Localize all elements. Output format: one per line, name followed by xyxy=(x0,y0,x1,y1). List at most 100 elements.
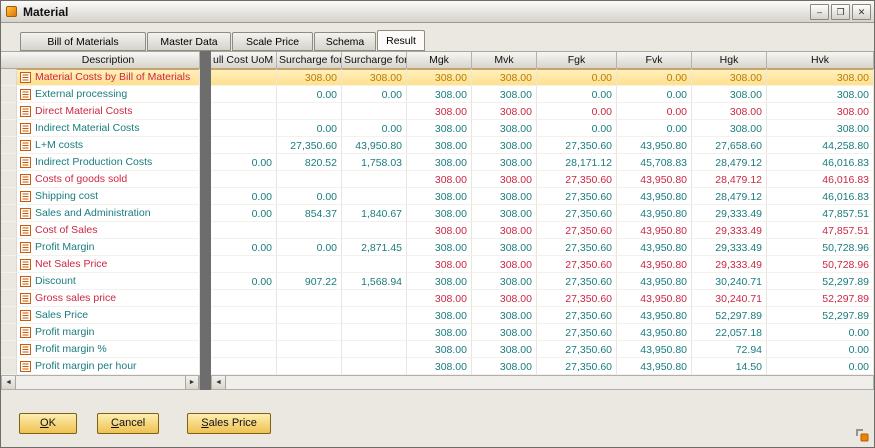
cell-surcharge-for[interactable] xyxy=(277,256,342,273)
pane-splitter[interactable] xyxy=(200,51,211,69)
pane-splitter[interactable] xyxy=(200,290,211,307)
cell-surcharge-for[interactable]: 308.00 xyxy=(277,69,342,86)
scroll-left-icon[interactable]: ◄ xyxy=(2,376,16,389)
item-detail-icon[interactable] xyxy=(20,293,31,304)
cell-hgk[interactable]: 52,297.89 xyxy=(692,307,767,324)
cell-hgk[interactable]: 27,658.60 xyxy=(692,137,767,154)
cell-mgk[interactable]: 308.00 xyxy=(407,273,472,290)
item-detail-icon[interactable] xyxy=(20,191,31,202)
cell-hvk[interactable]: 50,728.96 xyxy=(767,256,874,273)
cell-surcharge-for[interactable] xyxy=(342,256,407,273)
cell-fvk[interactable]: 43,950.80 xyxy=(617,222,692,239)
cell-hvk[interactable]: 0.00 xyxy=(767,324,874,341)
cell-surcharge-for[interactable]: 854.37 xyxy=(277,205,342,222)
cell-mgk[interactable]: 308.00 xyxy=(407,120,472,137)
row-description-cell[interactable]: Cost of Sales xyxy=(17,222,200,239)
cell-hgk[interactable]: 308.00 xyxy=(692,69,767,86)
cell-mgk[interactable]: 308.00 xyxy=(407,307,472,324)
item-detail-icon[interactable] xyxy=(20,344,31,355)
header-mvk[interactable]: Mvk xyxy=(472,51,537,69)
item-detail-icon[interactable] xyxy=(20,208,31,219)
cell-surcharge-for[interactable]: 0.00 xyxy=(277,86,342,103)
title-bar[interactable]: Material – ❐ ✕ xyxy=(1,1,874,23)
cell-hgk[interactable]: 29,333.49 xyxy=(692,222,767,239)
pane-splitter[interactable] xyxy=(200,86,211,103)
header-fvk[interactable]: Fvk xyxy=(617,51,692,69)
pane-splitter[interactable] xyxy=(200,239,211,256)
table-row[interactable]: Net Sales Price308.00308.0027,350.6043,9… xyxy=(1,256,874,273)
row-description-cell[interactable]: Profit margin % xyxy=(17,341,200,358)
cell-fgk[interactable]: 0.00 xyxy=(537,86,617,103)
item-detail-icon[interactable] xyxy=(20,174,31,185)
cell-surcharge-for[interactable] xyxy=(342,103,407,120)
item-detail-icon[interactable] xyxy=(20,310,31,321)
sales-price-button[interactable]: Sales Price xyxy=(187,413,271,434)
pane-splitter[interactable] xyxy=(200,256,211,273)
cell-hvk[interactable]: 44,258.80 xyxy=(767,137,874,154)
row-description-cell[interactable]: Shipping cost xyxy=(17,188,200,205)
item-detail-icon[interactable] xyxy=(20,140,31,151)
cell-fvk[interactable]: 43,950.80 xyxy=(617,341,692,358)
cell-mgk[interactable]: 308.00 xyxy=(407,239,472,256)
cell-surcharge-for[interactable]: 27,350.60 xyxy=(277,137,342,154)
cell-ull-cost-uom[interactable] xyxy=(211,171,277,188)
header-hgk[interactable]: Hgk xyxy=(692,51,767,69)
cell-surcharge-for[interactable] xyxy=(342,307,407,324)
cell-mgk[interactable]: 308.00 xyxy=(407,290,472,307)
header-surcharge-for[interactable]: Surcharge for xyxy=(342,51,407,69)
cell-fgk[interactable]: 27,350.60 xyxy=(537,239,617,256)
pane-splitter[interactable] xyxy=(200,205,211,222)
row-description-cell[interactable]: Indirect Production Costs xyxy=(17,154,200,171)
cell-hgk[interactable]: 29,333.49 xyxy=(692,205,767,222)
cell-fgk[interactable]: 0.00 xyxy=(537,120,617,137)
cell-mvk[interactable]: 308.00 xyxy=(472,239,537,256)
cell-mvk[interactable]: 308.00 xyxy=(472,103,537,120)
cell-hgk[interactable]: 28,479.12 xyxy=(692,171,767,188)
cell-surcharge-for[interactable] xyxy=(277,171,342,188)
pane-splitter[interactable] xyxy=(200,188,211,205)
right-pane-hscrollbar[interactable]: ◄ xyxy=(211,375,874,390)
cell-surcharge-for[interactable] xyxy=(342,222,407,239)
header-ull-cost-uom[interactable]: ull Cost UoM xyxy=(211,51,277,69)
cell-ull-cost-uom[interactable]: 0.00 xyxy=(211,154,277,171)
cell-mvk[interactable]: 308.00 xyxy=(472,171,537,188)
cell-surcharge-for[interactable]: 0.00 xyxy=(277,188,342,205)
cell-ull-cost-uom[interactable] xyxy=(211,137,277,154)
cell-fvk[interactable]: 43,950.80 xyxy=(617,171,692,188)
cell-hvk[interactable]: 52,297.89 xyxy=(767,307,874,324)
header-fgk[interactable]: Fgk xyxy=(537,51,617,69)
cell-hvk[interactable]: 52,297.89 xyxy=(767,273,874,290)
cell-fvk[interactable]: 43,950.80 xyxy=(617,307,692,324)
cell-mgk[interactable]: 308.00 xyxy=(407,171,472,188)
row-description-cell[interactable]: Profit margin per hour xyxy=(17,358,200,375)
cell-hgk[interactable]: 308.00 xyxy=(692,103,767,120)
pane-splitter[interactable] xyxy=(200,341,211,358)
cell-mgk[interactable]: 308.00 xyxy=(407,69,472,86)
cell-mgk[interactable]: 308.00 xyxy=(407,358,472,375)
cell-fvk[interactable]: 0.00 xyxy=(617,86,692,103)
cell-ull-cost-uom[interactable] xyxy=(211,69,277,86)
table-row[interactable]: Costs of goods sold308.00308.0027,350.60… xyxy=(1,171,874,188)
cell-fgk[interactable]: 27,350.60 xyxy=(537,222,617,239)
cell-surcharge-for[interactable] xyxy=(277,341,342,358)
cell-fgk[interactable]: 27,350.60 xyxy=(537,290,617,307)
cell-mgk[interactable]: 308.00 xyxy=(407,137,472,154)
cell-mvk[interactable]: 308.00 xyxy=(472,358,537,375)
left-pane-hscrollbar[interactable]: ◄ ► xyxy=(1,375,200,390)
row-description-cell[interactable]: Indirect Material Costs xyxy=(17,120,200,137)
cell-ull-cost-uom[interactable]: 0.00 xyxy=(211,205,277,222)
cell-hvk[interactable]: 47,857.51 xyxy=(767,222,874,239)
cell-ull-cost-uom[interactable] xyxy=(211,358,277,375)
pane-splitter[interactable] xyxy=(200,137,211,154)
header-hvk[interactable]: Hvk xyxy=(767,51,874,69)
cell-mgk[interactable]: 308.00 xyxy=(407,324,472,341)
cell-fgk[interactable]: 27,350.60 xyxy=(537,256,617,273)
item-detail-icon[interactable] xyxy=(20,225,31,236)
cell-mgk[interactable]: 308.00 xyxy=(407,256,472,273)
scroll-left-icon[interactable]: ◄ xyxy=(212,376,226,389)
row-description-cell[interactable]: Net Sales Price xyxy=(17,256,200,273)
item-detail-icon[interactable] xyxy=(20,106,31,117)
cell-hvk[interactable]: 46,016.83 xyxy=(767,188,874,205)
cell-fgk[interactable]: 27,350.60 xyxy=(537,324,617,341)
cell-ull-cost-uom[interactable] xyxy=(211,341,277,358)
